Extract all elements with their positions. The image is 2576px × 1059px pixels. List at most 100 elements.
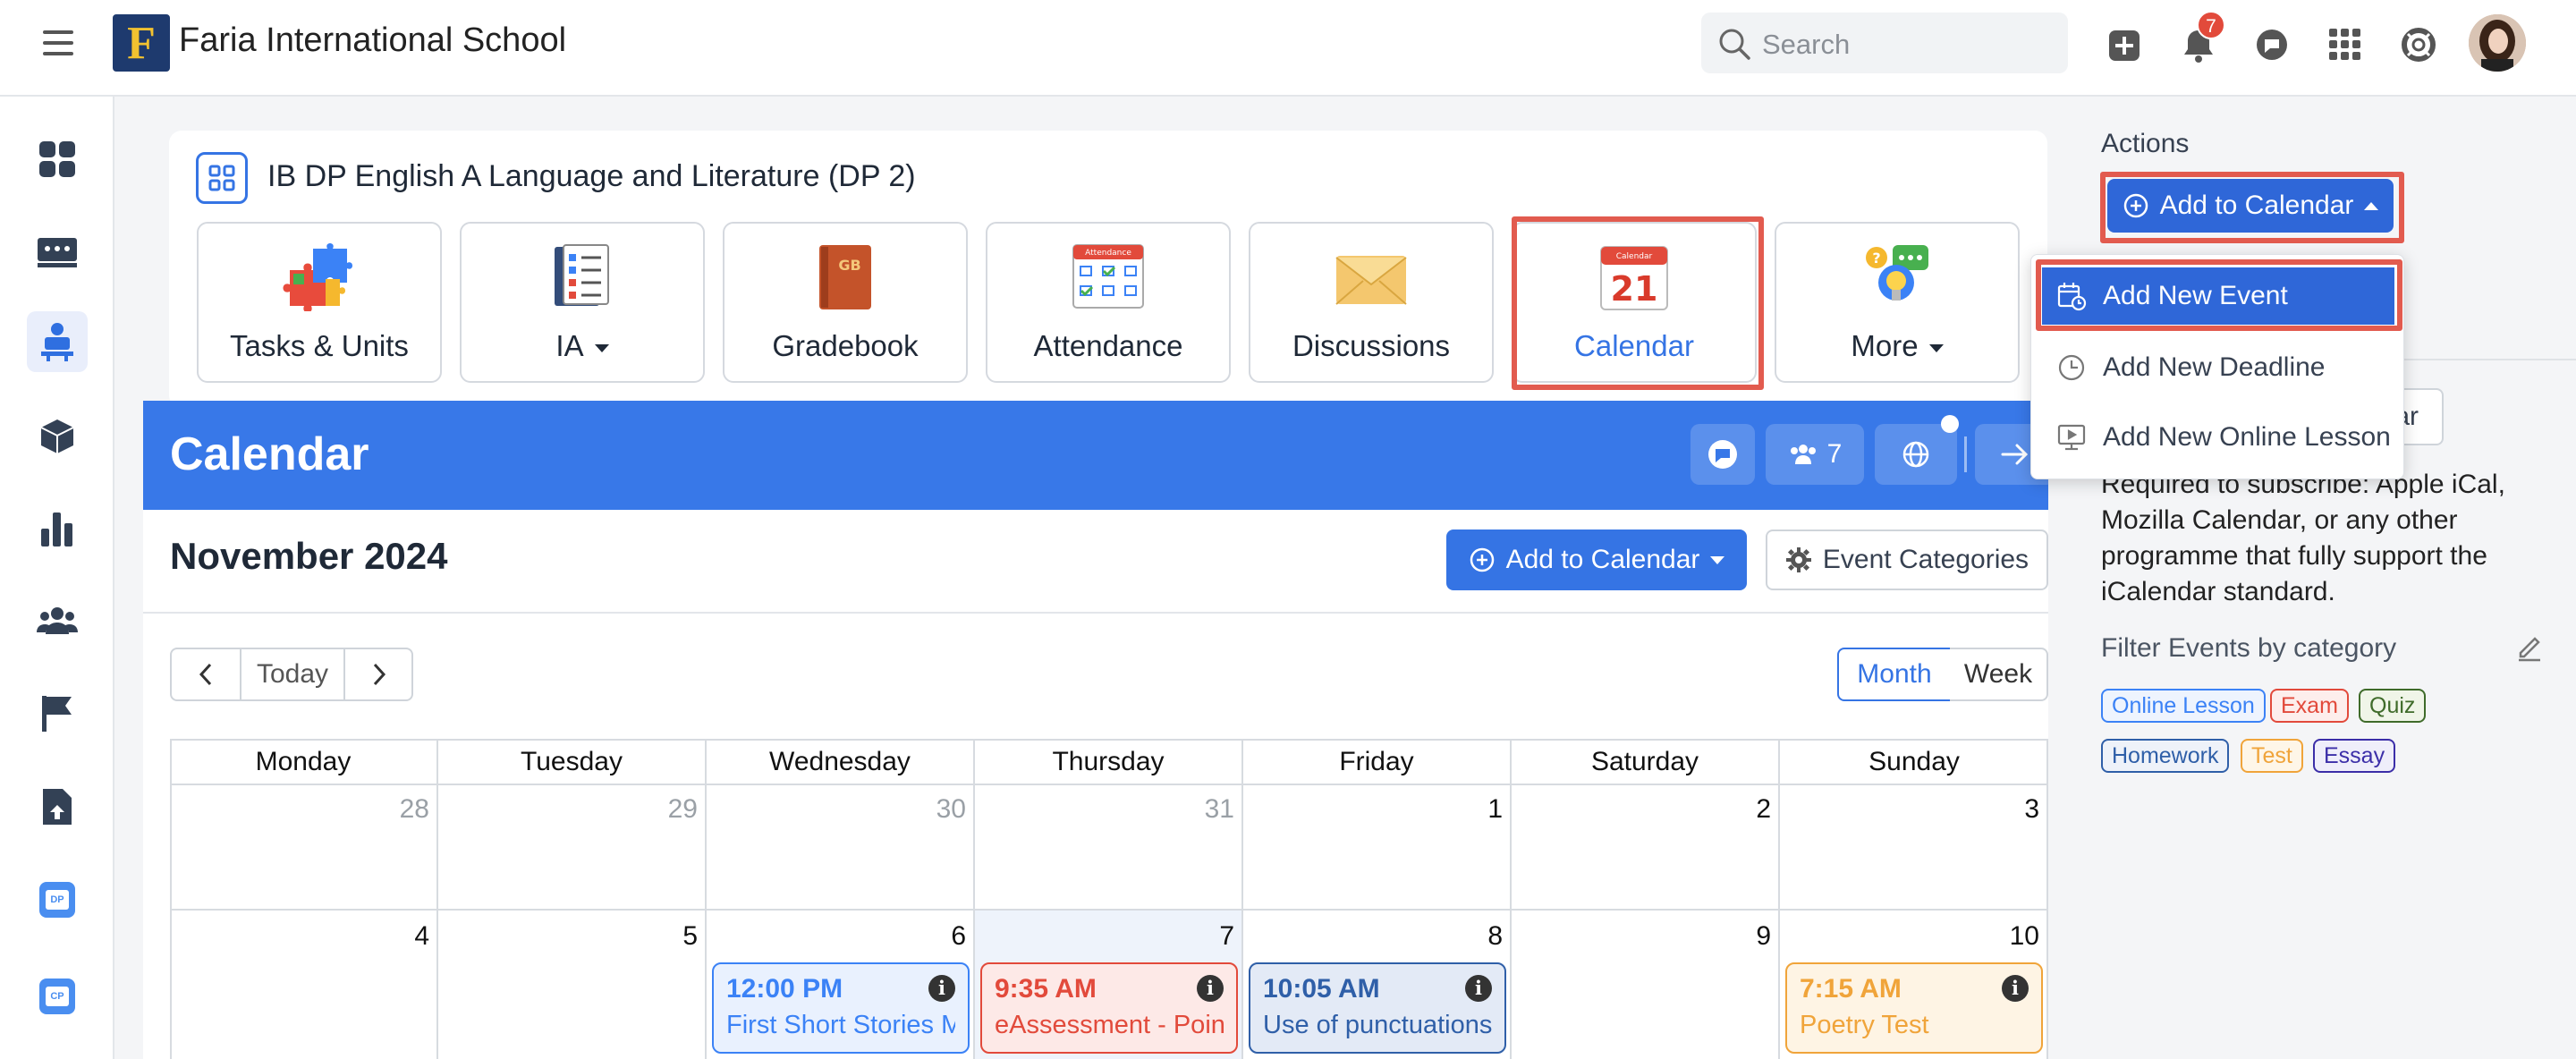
event-time: 10:05 AM: [1263, 974, 1380, 1004]
day-number[interactable]: 8: [1243, 921, 1503, 952]
calendar-event[interactable]: 10:05 AM Use of punctuations i: [1249, 962, 1506, 1054]
day-number[interactable]: 4: [170, 921, 429, 952]
attendance-icon: Attendance: [1070, 243, 1147, 311]
event-time: 9:35 AM: [995, 974, 1097, 1004]
day-number[interactable]: 9: [1512, 921, 1771, 952]
search-input[interactable]: Search: [1701, 13, 2068, 73]
dashboard-icon[interactable]: [27, 129, 88, 190]
event-categories-button[interactable]: Event Categories: [1766, 530, 2048, 590]
category-tag[interactable]: Essay: [2313, 739, 2396, 773]
day-number[interactable]: 30: [707, 794, 966, 825]
members-button[interactable]: 7: [1766, 424, 1864, 485]
chat-icon[interactable]: [2254, 27, 2290, 63]
calendar-icon-text: 21: [1611, 269, 1658, 309]
category-tag[interactable]: Test: [2241, 739, 2303, 773]
pencil-icon[interactable]: [2515, 633, 2544, 662]
arrow-right-icon: [2001, 444, 2029, 465]
category-tag[interactable]: Homework: [2101, 739, 2230, 773]
weekday-header: Saturday: [1512, 739, 1780, 785]
next-button[interactable]: [343, 649, 413, 699]
tool-gradebook[interactable]: GB Gradebook: [723, 222, 968, 383]
course-switcher-icon[interactable]: [196, 152, 248, 204]
menu-item-add-new-online-lesson[interactable]: Add New Online Lesson: [2042, 409, 2394, 466]
plus-circle-icon: [2123, 193, 2148, 218]
tool-ia[interactable]: IA: [460, 222, 705, 383]
day-number[interactable]: 10: [1780, 921, 2039, 952]
notification-badge: 7: [2197, 11, 2225, 39]
globe-button[interactable]: [1875, 424, 1957, 485]
calendar-event[interactable]: 7:15 AM Poetry Test i: [1785, 962, 2043, 1054]
button-label: Add to Calendar: [1505, 545, 1700, 574]
menu-item-add-new-deadline[interactable]: Add New Deadline: [2042, 339, 2394, 396]
apps-grid-icon[interactable]: [2329, 29, 2361, 61]
calendar-chat-button[interactable]: [1690, 424, 1755, 485]
plus-circle-icon: [1470, 547, 1494, 572]
add-to-calendar-button[interactable]: Add to Calendar: [1446, 530, 1747, 590]
event-time: 7:15 AM: [1800, 974, 1902, 1004]
cube-icon[interactable]: [27, 406, 88, 467]
info-icon[interactable]: i: [2002, 975, 2029, 1002]
more-bulb-icon: ?: [1859, 243, 1936, 311]
cp-icon[interactable]: CP: [27, 966, 88, 1027]
day-number[interactable]: 31: [975, 794, 1234, 825]
add-icon[interactable]: [2107, 29, 2141, 63]
day-number[interactable]: 7: [975, 921, 1234, 952]
day-number[interactable]: 2: [1512, 794, 1771, 825]
calendar-event[interactable]: 12:00 PM First Short Stories M i: [712, 962, 970, 1054]
actions-add-to-calendar-button[interactable]: Add to Calendar: [2107, 179, 2394, 233]
calendar-event-icon: [2057, 283, 2087, 311]
logo-letter: F: [127, 17, 156, 69]
calendar-event[interactable]: 9:35 AM eAssessment - Poin i: [980, 962, 1238, 1054]
month-view-button[interactable]: Month: [1837, 648, 1952, 701]
flag-icon[interactable]: [27, 683, 88, 744]
info-icon[interactable]: i: [928, 975, 955, 1002]
category-tag[interactable]: Exam: [2270, 689, 2349, 723]
tool-attendance[interactable]: Attendance Attendance: [986, 222, 1231, 383]
category-tag[interactable]: Quiz: [2359, 689, 2427, 723]
week-view-button[interactable]: Week: [1950, 648, 2048, 701]
dp-icon[interactable]: DP: [27, 869, 88, 930]
teacher-icon[interactable]: [27, 311, 88, 372]
day-number[interactable]: 28: [170, 794, 429, 825]
classes-icon[interactable]: [27, 222, 88, 283]
prev-button[interactable]: [172, 649, 242, 699]
category-tag[interactable]: Online Lesson: [2101, 689, 2266, 723]
members-count: 7: [1826, 439, 1843, 469]
day-number[interactable]: 1: [1243, 794, 1503, 825]
file-icon[interactable]: [27, 776, 88, 837]
today-button[interactable]: Today: [242, 649, 343, 699]
school-logo[interactable]: F: [113, 14, 170, 72]
people-icon[interactable]: [27, 590, 88, 651]
calendar-icon-top-text: Calendar: [1616, 252, 1653, 261]
day-number[interactable]: 5: [438, 921, 698, 952]
day-number[interactable]: 29: [438, 794, 698, 825]
chart-icon[interactable]: [27, 499, 88, 560]
tool-tasks-units[interactable]: Tasks & Units: [197, 222, 442, 383]
tool-more[interactable]: ? More: [1775, 222, 2020, 383]
day-number[interactable]: 3: [1780, 794, 2039, 825]
day-number[interactable]: 6: [707, 921, 966, 952]
menu-item-label: Add New Event: [2103, 281, 2288, 310]
tool-label-text: IA: [555, 329, 584, 362]
calendar-panel: Calendar 7 November 2024 Add to Calendar…: [143, 401, 2048, 1059]
tool-discussions[interactable]: Discussions: [1249, 222, 1494, 383]
filter-heading: Filter Events by category: [2101, 633, 2397, 663]
gradebook-icon: GB: [807, 243, 884, 311]
subscribe-note: Required to subscribe: Apple iCal, Mozil…: [2101, 470, 2505, 606]
hamburger-menu-icon[interactable]: [41, 25, 77, 61]
school-name[interactable]: Faria International School: [179, 21, 566, 60]
info-icon[interactable]: i: [1465, 975, 1492, 1002]
month-label: Month: [1857, 659, 1932, 689]
menu-item-label: Add New Online Lesson: [2103, 422, 2391, 452]
info-icon[interactable]: i: [1197, 975, 1224, 1002]
help-lifebuoy-icon[interactable]: [2401, 27, 2436, 63]
attendance-icon-text: Attendance: [1085, 249, 1131, 258]
menu-item-add-new-event[interactable]: Add New Event: [2042, 267, 2394, 325]
gradebook-icon-text: GB: [838, 257, 860, 274]
tool-calendar[interactable]: Calendar 21 Calendar: [1512, 222, 1757, 383]
course-title: IB DP English A Language and Literature …: [267, 159, 916, 193]
user-avatar[interactable]: [2469, 14, 2526, 72]
dp-label: DP: [46, 890, 69, 910]
svg-text:?: ?: [1872, 250, 1880, 267]
weekday-header: Wednesday: [707, 739, 975, 785]
